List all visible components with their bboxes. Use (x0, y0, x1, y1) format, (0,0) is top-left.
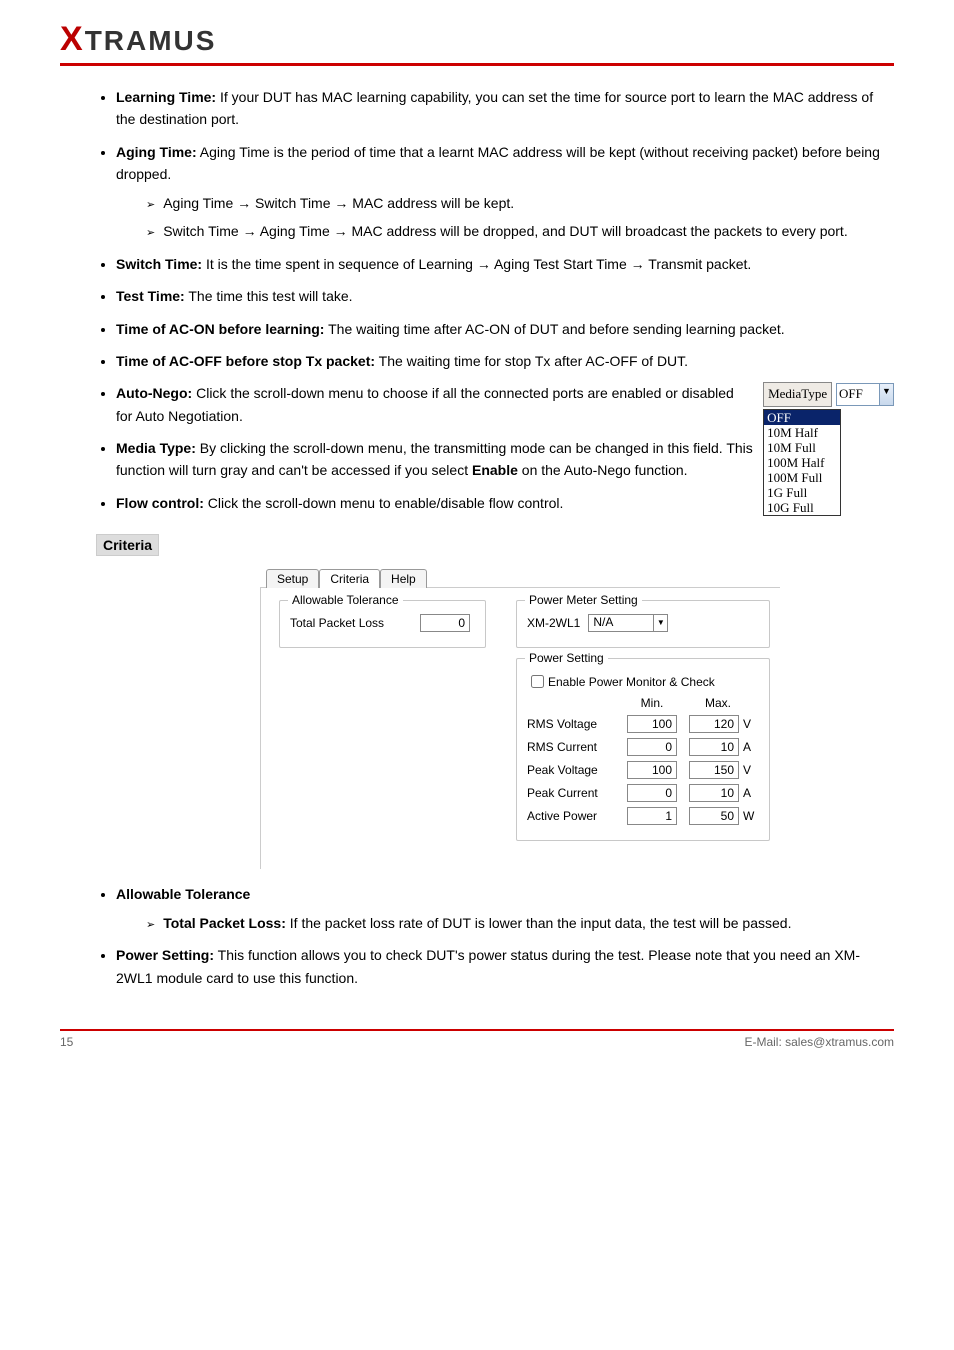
col-max: Max. (693, 696, 743, 710)
sub-total-packet-loss: Total Packet Loss: If the packet loss ra… (146, 912, 894, 935)
bullet-auto-nego: MediaType OFF▼ OFF 10M Half 10M Full 100… (116, 382, 894, 427)
page-number: 15 (60, 1035, 73, 1049)
power-row-label: Active Power (527, 809, 627, 823)
bullet-test-time: Test Time: The time this test will take. (116, 285, 894, 307)
group-power-meter: Power Meter Setting XM-2WL1 N/A▼ (516, 600, 770, 648)
power-row-label: RMS Voltage (527, 717, 627, 731)
input-peak-voltage-max[interactable] (689, 761, 739, 779)
group-title-tolerance: Allowable Tolerance (288, 593, 403, 607)
bullet-aging-time: Aging Time: Aging Time is the period of … (116, 141, 894, 243)
unit-label: A (743, 740, 759, 754)
group-title-power-meter: Power Meter Setting (525, 593, 642, 607)
brand-logo: XTRAMUS (60, 25, 216, 56)
option-off[interactable]: OFF (764, 410, 840, 425)
bullet-ac-on: Time of AC-ON before learning: The waiti… (116, 318, 894, 340)
bullet-switch-time: Switch Time: It is the time spent in seq… (116, 253, 894, 275)
input-rms-voltage-max[interactable] (689, 715, 739, 733)
input-active-power-min[interactable] (627, 807, 677, 825)
col-min: Min. (627, 696, 677, 710)
group-allowable-tolerance: Allowable Tolerance Total Packet Loss (279, 600, 486, 648)
select-power-meter[interactable]: N/A▼ (588, 614, 668, 632)
page-footer: 15 E-Mail: sales@xtramus.com (60, 1029, 894, 1049)
page-header: XTRAMUS (60, 20, 894, 66)
option-100m-full[interactable]: 100M Full (764, 470, 840, 485)
group-power-setting: Power Setting Enable Power Monitor & Che… (516, 658, 770, 841)
input-rms-current-min[interactable] (627, 738, 677, 756)
power-row-label: RMS Current (527, 740, 627, 754)
tab-criteria[interactable]: Criteria (319, 569, 380, 588)
tab-help[interactable]: Help (380, 569, 427, 588)
unit-label: A (743, 786, 759, 800)
option-10g-full[interactable]: 10G Full (764, 500, 840, 515)
option-1g-full[interactable]: 1G Full (764, 485, 840, 500)
input-rms-current-max[interactable] (689, 738, 739, 756)
power-row: RMS Voltage V (527, 715, 759, 733)
power-row-label: Peak Voltage (527, 763, 627, 777)
mediatype-select[interactable]: OFF▼ (836, 383, 894, 406)
input-peak-current-min[interactable] (627, 784, 677, 802)
power-row: RMS Current A (527, 738, 759, 756)
chevron-down-icon: ▼ (653, 615, 667, 631)
group-title-power-setting: Power Setting (525, 651, 608, 665)
checkbox-enable-power-monitor[interactable] (531, 675, 544, 688)
chevron-down-icon: ▼ (879, 384, 893, 405)
sub-aging-keep: Aging Time → Switch Time → MAC address w… (146, 192, 894, 215)
input-peak-current-max[interactable] (689, 784, 739, 802)
sub-aging-drop: Switch Time → Aging Time → MAC address w… (146, 220, 894, 243)
label-enable-power-monitor: Enable Power Monitor & Check (548, 675, 715, 689)
input-active-power-max[interactable] (689, 807, 739, 825)
input-rms-voltage-min[interactable] (627, 715, 677, 733)
bullet-learning-time: Learning Time: If your DUT has MAC learn… (116, 86, 894, 131)
footer-contact: E-Mail: sales@xtramus.com (744, 1035, 894, 1049)
mediatype-label: MediaType (763, 382, 832, 407)
unit-label: V (743, 763, 759, 777)
option-100m-half[interactable]: 100M Half (764, 455, 840, 470)
label-total-packet-loss: Total Packet Loss (290, 616, 420, 630)
option-10m-half[interactable]: 10M Half (764, 425, 840, 440)
brand-text: TRAMUS (85, 25, 217, 56)
mediatype-options[interactable]: OFF 10M Half 10M Full 100M Half 100M Ful… (763, 409, 841, 516)
unit-label: V (743, 717, 759, 731)
input-total-packet-loss[interactable] (420, 614, 470, 632)
bullet-power-setting: Power Setting: This function allows you … (116, 944, 894, 989)
criteria-heading: Criteria (96, 534, 159, 556)
unit-label: W (743, 809, 759, 823)
bullet-allowable-tolerance: Allowable Tolerance Total Packet Loss: I… (116, 883, 894, 934)
input-peak-voltage-min[interactable] (627, 761, 677, 779)
power-row: Active Power W (527, 807, 759, 825)
label-xm-2wl1: XM-2WL1 (527, 616, 580, 630)
power-row: Peak Current A (527, 784, 759, 802)
bullet-ac-off: Time of AC-OFF before stop Tx packet: Th… (116, 350, 894, 372)
option-10m-full[interactable]: 10M Full (764, 440, 840, 455)
power-row-label: Peak Current (527, 786, 627, 800)
power-row: Peak Voltage V (527, 761, 759, 779)
tab-setup[interactable]: Setup (266, 569, 319, 588)
